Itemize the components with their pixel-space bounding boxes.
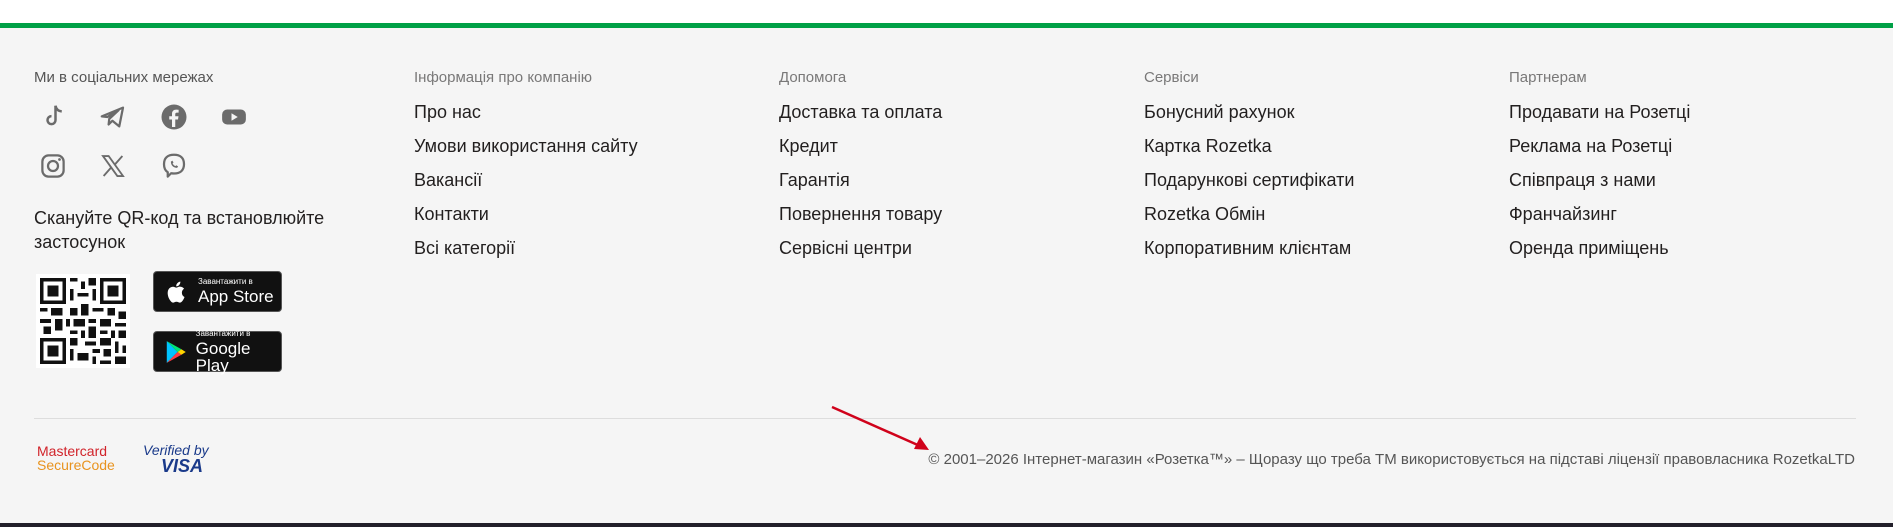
help-column: Допомога Доставка та оплата Кредит Гаран…: [779, 69, 942, 271]
instagram-icon[interactable]: [34, 147, 72, 185]
link-sell[interactable]: Продавати на Розетці: [1509, 101, 1690, 135]
company-info-column: Інформація про компанію Про нас Умови ви…: [414, 69, 638, 271]
google-play-label: Google Play: [195, 338, 251, 375]
column-title: Допомога: [779, 69, 847, 86]
footer-divider: [34, 418, 1856, 419]
telegram-icon[interactable]: [94, 98, 132, 136]
column-title: Сервіси: [1144, 69, 1199, 86]
social-title: Ми в соціальних мережах: [34, 69, 214, 86]
verified-by-text: Verified by: [143, 442, 209, 458]
link-rental[interactable]: Оренда приміщень: [1509, 237, 1690, 271]
link-terms[interactable]: Умови використання сайту: [414, 135, 638, 169]
page-top-area: [0, 0, 1893, 23]
link-delivery[interactable]: Доставка та оплата: [779, 101, 942, 135]
column-title: Партнерам: [1509, 69, 1587, 86]
app-store-small-text: Завантажити в: [198, 277, 253, 286]
viber-icon[interactable]: [155, 147, 193, 185]
link-bonus[interactable]: Бонусний рахунок: [1144, 101, 1354, 135]
link-all-categories[interactable]: Всі категорії: [414, 237, 638, 271]
youtube-icon[interactable]: [215, 98, 253, 136]
link-returns[interactable]: Повернення товару: [779, 203, 942, 237]
tiktok-icon[interactable]: [34, 98, 72, 136]
x-icon[interactable]: [94, 147, 132, 185]
visa-text: VISA: [161, 456, 204, 476]
link-warranty[interactable]: Гарантія: [779, 169, 942, 203]
mastercard-securecode-logo: Mastercard SecureCode: [37, 444, 121, 472]
apple-icon: [162, 277, 192, 307]
column-title: Інформація про компанію: [414, 69, 593, 86]
link-about[interactable]: Про нас: [414, 101, 638, 135]
google-play-small-text: Завантажити в: [195, 328, 251, 338]
copyright-text: © 2001–2026 Інтернет-магазин «Розетка™» …: [928, 451, 1855, 468]
google-play-icon: [162, 337, 190, 367]
link-cooperation[interactable]: Співпраця з нами: [1509, 169, 1690, 203]
link-rozetka-card[interactable]: Картка Rozetka: [1144, 135, 1354, 169]
link-rozetka-exchange[interactable]: Rozetka Обмін: [1144, 203, 1354, 237]
link-service-centers[interactable]: Сервісні центри: [779, 237, 942, 271]
google-play-button[interactable]: Завантажити в Google Play: [153, 328, 282, 375]
mastercard-text: Mastercard: [37, 443, 108, 459]
securecode-text: SecureCode: [37, 457, 115, 473]
verified-by-visa-logo: Verified by VISA: [143, 443, 209, 475]
footer-accent-line: [0, 23, 1893, 28]
facebook-icon[interactable]: [155, 98, 193, 136]
link-advertising[interactable]: Реклама на Розетці: [1509, 135, 1690, 169]
link-contacts[interactable]: Контакти: [414, 203, 638, 237]
link-credit[interactable]: Кредит: [779, 135, 942, 169]
app-store-label: App Store: [198, 287, 274, 306]
link-vacancies[interactable]: Вакансії: [414, 169, 638, 203]
page-bottom-bar: [0, 523, 1893, 527]
qr-instructions: Скануйте QR-код та встановлюйте застосун…: [34, 208, 325, 252]
red-arrow-annotation: [831, 405, 929, 450]
link-gift-certificates[interactable]: Подарункові сертифікати: [1144, 169, 1354, 203]
link-corporate[interactable]: Корпоративним клієнтам: [1144, 237, 1354, 271]
partners-column: Партнерам Продавати на Розетці Реклама н…: [1509, 69, 1690, 271]
qr-code: [36, 274, 130, 368]
link-franchise[interactable]: Франчайзинг: [1509, 203, 1690, 237]
app-store-button[interactable]: Завантажити в App Store: [153, 271, 282, 312]
services-column: Сервіси Бонусний рахунок Картка Rozetka …: [1144, 69, 1354, 271]
